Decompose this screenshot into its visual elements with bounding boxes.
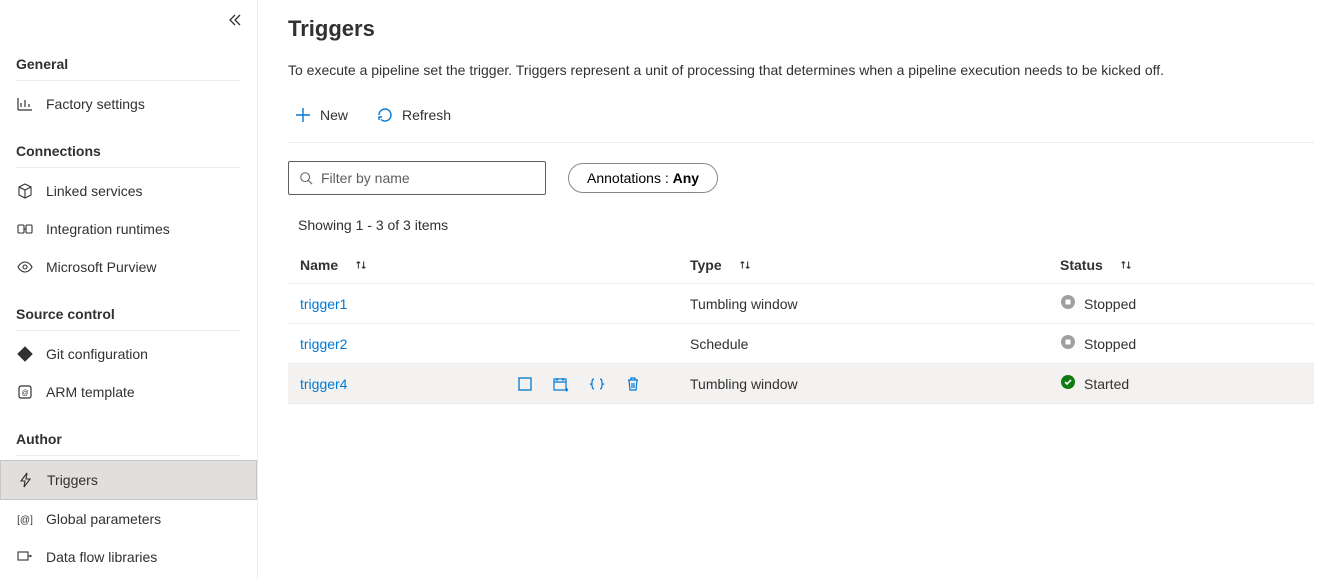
column-header-status[interactable]: Status — [1048, 247, 1314, 284]
section-header: General — [0, 48, 257, 76]
sidebar-item-label: Global parameters — [46, 511, 161, 527]
filter-row: Annotations : Any — [288, 161, 1314, 195]
main-content: Triggers To execute a pipeline set the t… — [258, 0, 1344, 579]
table-row[interactable]: trigger1 Tumbling window Stopped — [288, 284, 1314, 324]
sidebar-item-linked-services[interactable]: Linked services — [0, 172, 257, 210]
refresh-label: Refresh — [402, 107, 451, 123]
cube-icon — [16, 182, 34, 200]
filter-input[interactable] — [321, 170, 535, 186]
status-stopped-icon — [1060, 334, 1076, 353]
dataflow-icon — [16, 548, 34, 566]
status-stopped-icon — [1060, 294, 1076, 313]
showing-count: Showing 1 - 3 of 3 items — [288, 213, 1314, 247]
sidebar-item-git-configuration[interactable]: Git configuration — [0, 335, 257, 373]
trigger-name-link[interactable]: trigger1 — [300, 296, 347, 312]
stop-icon[interactable] — [516, 375, 534, 393]
svg-text:@: @ — [21, 390, 28, 397]
arm-icon: @ — [16, 383, 34, 401]
trigger-type: Tumbling window — [678, 284, 1048, 324]
code-icon[interactable] — [588, 375, 606, 393]
chart-icon — [16, 95, 34, 113]
status-text: Stopped — [1084, 336, 1136, 352]
divider — [16, 80, 241, 81]
sort-icon — [1119, 258, 1133, 272]
status-cell: Stopped — [1060, 294, 1302, 313]
status-text: Stopped — [1084, 296, 1136, 312]
filter-input-wrap[interactable] — [288, 161, 546, 195]
delete-icon[interactable] — [624, 375, 642, 393]
toolbar: New Refresh — [288, 96, 1314, 143]
status-cell: Stopped — [1060, 334, 1302, 353]
eye-icon — [16, 258, 34, 276]
sidebar-item-label: Triggers — [47, 472, 98, 488]
param-icon: [@] — [16, 510, 34, 528]
page-description: To execute a pipeline set the trigger. T… — [288, 62, 1314, 78]
search-icon — [299, 171, 313, 185]
sidebar-item-global-parameters[interactable]: [@] Global parameters — [0, 500, 257, 538]
plus-icon — [294, 106, 312, 124]
divider — [16, 455, 241, 456]
sidebar-item-triggers[interactable]: Triggers — [0, 460, 257, 500]
sidebar-item-label: Linked services — [46, 183, 143, 199]
status-started-icon — [1060, 374, 1076, 393]
trigger-type: Tumbling window — [678, 364, 1048, 404]
section-header: Connections — [0, 135, 257, 163]
sidebar-item-label: Factory settings — [46, 96, 145, 112]
chevron-double-left-icon — [227, 12, 243, 28]
refresh-button[interactable]: Refresh — [370, 102, 457, 128]
sidebar-item-microsoft-purview[interactable]: Microsoft Purview — [0, 248, 257, 286]
sort-icon — [738, 258, 752, 272]
sort-icon — [354, 258, 368, 272]
table-row[interactable]: trigger4 Tumbling window Started — [288, 364, 1314, 404]
section-header: Source control — [0, 298, 257, 326]
sidebar-item-data-flow-libraries[interactable]: Data flow libraries — [0, 538, 257, 576]
sidebar-item-label: Integration runtimes — [46, 221, 170, 237]
sidebar-item-label: Data flow libraries — [46, 549, 157, 565]
trigger-name-link[interactable]: trigger2 — [300, 336, 347, 352]
new-button[interactable]: New — [288, 102, 354, 128]
annotations-value: Any — [673, 170, 699, 186]
status-cell: Started — [1060, 374, 1302, 393]
svg-text:[@]: [@] — [17, 515, 33, 526]
refresh-icon — [376, 106, 394, 124]
new-label: New — [320, 107, 348, 123]
annotations-label: Annotations : — [587, 170, 673, 186]
divider — [16, 167, 241, 168]
page-title: Triggers — [288, 16, 1314, 42]
status-text: Started — [1084, 376, 1129, 392]
column-header-name[interactable]: Name — [288, 247, 678, 284]
git-icon — [16, 345, 34, 363]
sidebar: General Factory settings Connections Linked… — [0, 0, 258, 579]
column-header-type[interactable]: Type — [678, 247, 1048, 284]
bolt-icon — [17, 471, 35, 489]
runtime-icon — [16, 220, 34, 238]
collapse-sidebar-button[interactable] — [227, 12, 243, 31]
trigger-type: Schedule — [678, 324, 1048, 364]
sidebar-item-label: Microsoft Purview — [46, 259, 156, 275]
divider — [16, 330, 241, 331]
sidebar-item-label: Git configuration — [46, 346, 148, 362]
calendar-icon[interactable] — [552, 375, 570, 393]
section-header: Author — [0, 423, 257, 451]
sidebar-item-factory-settings[interactable]: Factory settings — [0, 85, 257, 123]
sidebar-item-label: ARM template — [46, 384, 135, 400]
sidebar-item-integration-runtimes[interactable]: Integration runtimes — [0, 210, 257, 248]
table-row[interactable]: trigger2 Schedule Stopped — [288, 324, 1314, 364]
sidebar-item-arm-template[interactable]: @ ARM template — [0, 373, 257, 411]
trigger-name-link[interactable]: trigger4 — [300, 376, 347, 392]
triggers-table: Name Type Status — [288, 247, 1314, 404]
annotations-filter-button[interactable]: Annotations : Any — [568, 163, 718, 193]
